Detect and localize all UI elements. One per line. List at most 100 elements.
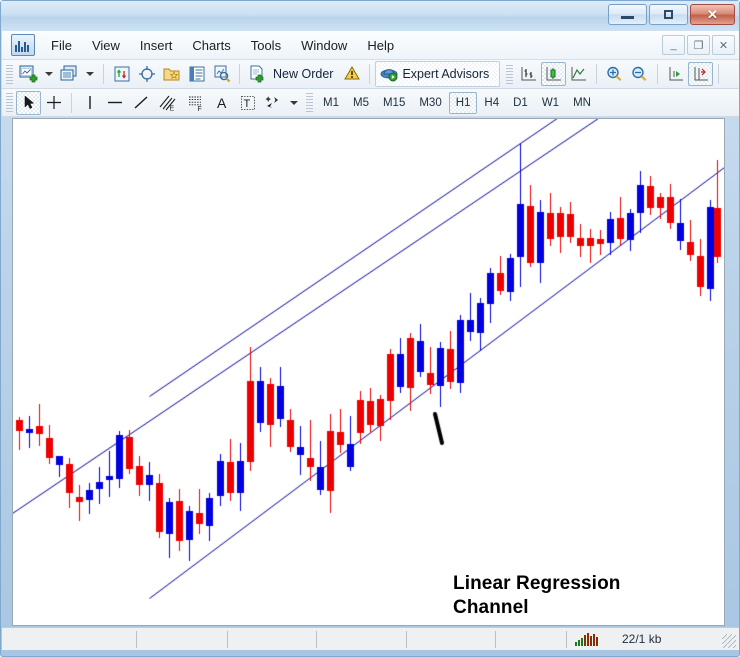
annotation-line-1: Linear Regression [453,573,621,594]
toolbar-separator [239,64,240,84]
toolbar-grip[interactable] [6,64,13,84]
expert-advisors-icon [380,69,398,82]
close-button[interactable]: ✕ [690,4,735,25]
status-segment [317,630,407,648]
menu-file[interactable]: File [41,34,82,57]
toolbar-grip[interactable] [306,93,313,112]
close-icon: ✕ [707,7,718,22]
navigator-icon [163,68,179,81]
timeframe-h4[interactable]: H4 [477,92,506,114]
bar-chart-icon [521,67,537,81]
equidistant-channel-tool[interactable]: E [154,91,182,115]
new-chart-button[interactable] [16,62,41,86]
zoom-out-button[interactable] [627,62,652,86]
arrows-tool[interactable] [260,91,286,115]
new-order-button[interactable] [245,62,270,86]
bar-chart-button[interactable] [516,62,541,86]
window-controls: ✕ [608,4,735,25]
crosshair-icon [46,96,61,109]
mdi-window-controls: _ ❐ ✕ [662,35,735,55]
timeframe-m5[interactable]: M5 [346,92,376,114]
trendline-icon [134,96,148,109]
new-order-icon [250,65,263,83]
chart-shift-button[interactable] [688,62,714,86]
line-chart-button[interactable] [566,62,591,86]
chart-area[interactable]: Linear Regression Channel [12,118,725,626]
crosshair-tool[interactable] [41,91,66,115]
mdi-restore-button[interactable]: ❐ [687,35,710,55]
candlestick-chart-button[interactable] [541,62,567,86]
timeframe-h1[interactable]: H1 [448,91,478,114]
chart-shift-icon [694,67,709,81]
expert-advisors-button[interactable]: Expert Advisors [375,61,501,87]
menu-help[interactable]: Help [357,34,404,57]
drawing-toolbar: E F A T M1 M5 M15 M30 H1 H4 D1 W1 MN [2,89,739,117]
cursor-tool[interactable] [16,90,41,115]
timeframe-m15[interactable]: M15 [376,92,412,114]
data-window-button[interactable] [134,62,159,86]
minimize-icon [621,16,634,19]
annotation-line-2: Channel [453,597,529,619]
vertical-line-icon [88,96,91,109]
resize-grip[interactable] [722,634,736,648]
horizontal-line-tool[interactable] [102,91,128,115]
zoom-in-button[interactable] [602,62,627,86]
menu-tools[interactable]: Tools [241,34,291,57]
terminal-icon [189,66,204,82]
vertical-line-tool[interactable] [77,91,102,115]
horizontal-line-icon [108,101,122,104]
market-watch-button[interactable] [109,62,134,86]
timeframe-w1[interactable]: W1 [535,92,566,114]
fibonacci-retracement-tool[interactable]: F [182,91,210,115]
profiles-dropdown-caret[interactable] [86,72,94,76]
mdi-minimize-button[interactable]: _ [662,35,685,55]
svg-text:F: F [198,106,202,112]
metaeditor-button[interactable] [339,62,364,86]
candlestick-chart-canvas[interactable] [13,119,724,625]
toolbar-separator [369,64,371,84]
auto-scroll-button[interactable] [663,62,688,86]
profiles-button[interactable] [57,62,82,86]
status-bar: 22/1 kb [2,627,739,650]
terminal-button[interactable] [184,62,209,86]
toolbar-grip[interactable] [506,64,514,84]
text-tool[interactable]: A [210,91,235,115]
maximize-icon [664,10,673,19]
signal-bars-icon [575,632,598,646]
status-segment [496,630,567,648]
timeframe-d1[interactable]: D1 [506,92,535,114]
metatrader-window: ✕ File View Insert Charts Tools Window H… [0,0,740,657]
minimize-button[interactable] [608,4,647,25]
timeframe-mn[interactable]: MN [566,92,598,114]
timeframe-m30[interactable]: M30 [412,92,448,114]
profiles-icon [60,65,77,81]
new-chart-dropdown-caret[interactable] [45,72,53,76]
toolbar-separator [103,64,104,84]
traffic-label: 22/1 kb [622,632,662,646]
toolbar-grip[interactable] [6,93,13,112]
menu-view[interactable]: View [82,34,130,57]
zoom-out-icon [632,66,647,82]
arrows-icon [265,95,278,108]
menu-insert[interactable]: Insert [130,34,183,57]
menu-window[interactable]: Window [291,34,357,57]
strategy-tester-icon [214,65,230,83]
status-segment [137,630,228,648]
svg-text:E: E [170,105,175,112]
svg-text:A: A [217,95,227,111]
text-label-tool[interactable]: T [235,91,260,115]
text-label-icon: T [240,95,255,110]
data-window-icon [138,66,155,82]
timeframe-m1[interactable]: M1 [316,92,346,114]
strategy-tester-button[interactable] [209,62,234,86]
title-bar: ✕ [1,1,739,31]
maximize-button[interactable] [649,4,688,25]
navigator-button[interactable] [159,62,184,86]
mdi-close-button[interactable]: ✕ [712,35,735,55]
linear-regression-channel-annotation: Linear Regression Channel [453,572,620,621]
menu-charts[interactable]: Charts [182,34,240,57]
candlestick-chart-icon [546,67,562,81]
arrows-dropdown-caret[interactable] [290,100,298,105]
metaeditor-icon [344,66,360,80]
trendline-tool[interactable] [128,91,154,115]
